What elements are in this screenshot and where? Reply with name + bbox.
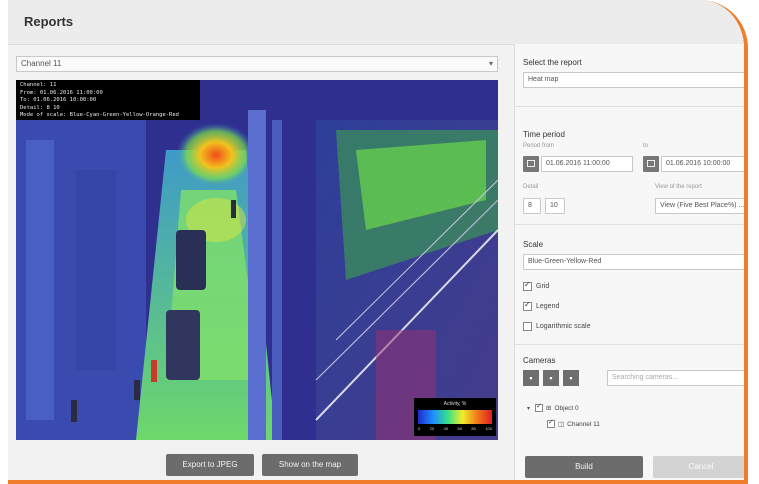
report-type-select[interactable]: Heat map [523, 72, 744, 88]
log-scale-checkbox[interactable]: Logarithmic scale [523, 322, 590, 331]
window-title: Reports [24, 14, 74, 29]
grid-checkbox[interactable]: Grid [523, 280, 550, 291]
cancel-button[interactable]: Cancel [653, 456, 744, 478]
legend-checkbox-label: Legend [536, 303, 560, 310]
chevron-down-icon: ▾ [488, 59, 493, 68]
legend-tick: 20 [429, 426, 435, 431]
period-from-input[interactable]: 01.06.2016 11:00:00 [541, 156, 633, 172]
detail-label: Detail [523, 184, 539, 190]
osd-line: Channel: 11 [20, 82, 57, 88]
divider [515, 344, 744, 345]
legend-checkbox[interactable]: Legend [523, 300, 560, 311]
tree-expand-icon[interactable]: ▾ [527, 405, 535, 412]
tree-item-label: Object 0 [554, 404, 579, 412]
checkbox-box[interactable] [523, 300, 532, 311]
left-action-bar: Export to JPEG Show on the map [16, 454, 498, 480]
detail-value-a[interactable]: 8 [523, 198, 541, 214]
object-icon: ⊞ [546, 405, 552, 412]
detail-value-b[interactable]: 10 [545, 198, 565, 214]
grid-checkbox-label: Grid [536, 283, 550, 290]
calendar-icon[interactable] [643, 156, 659, 172]
view-mode-select[interactable]: View (Five Best Place%) ... [655, 198, 744, 214]
clear-selection-button[interactable]: ▪ [563, 370, 579, 386]
heatmap-video-frame[interactable]: Channel: 11 From: 01.06.2016 11:00:00 To… [16, 80, 498, 440]
legend-color-bar [418, 410, 492, 424]
heatmap-legend: Activity, % 0 20 40 60 80 100 [414, 398, 496, 436]
heatmap-image [16, 80, 498, 440]
expand-all-button[interactable]: ▪ [523, 370, 539, 386]
checkbox-box[interactable] [523, 280, 532, 291]
osd-line: Detail: 8 10 [20, 104, 60, 111]
log-scale-checkbox-label: Logarithmic scale [536, 323, 591, 330]
divider [515, 106, 744, 107]
scale-select[interactable]: Blue-Green-Yellow-Red [523, 254, 744, 270]
osd-line: To: 01.06.2016 10:00:00 [20, 97, 97, 103]
tree-checkbox[interactable] [535, 402, 543, 412]
period-to-input[interactable]: 01.06.2016 10:00:00 [661, 156, 744, 172]
scale-label: Scale [523, 240, 544, 249]
video-pane: Channel 11 ▾ Channel: 11 From: 01.06.201… [16, 50, 506, 480]
period-from-label: Period from [523, 143, 555, 149]
tree-item-object[interactable]: ▾ ⊞ Object 0 [527, 402, 579, 412]
view-mode-label: View of the report [655, 184, 702, 190]
camera-search-input[interactable]: Searching cameras... [607, 370, 744, 386]
reports-window: Reports Channel 11 ▾ Channel: 11 From: 0… [8, 0, 748, 484]
legend-title: Activity, % [443, 401, 467, 407]
report-label: Select the report [523, 58, 582, 67]
legend-tick: 100 [485, 426, 492, 431]
channel-select[interactable]: Channel 11 ▾ [16, 56, 498, 72]
select-all-button[interactable]: ▪ [543, 370, 559, 386]
cameras-label: Cameras [523, 356, 556, 365]
tree-checkbox[interactable] [547, 418, 555, 428]
legend-tick: 0 [418, 426, 421, 431]
tree-item-channel[interactable]: ◫ Channel 11 [547, 418, 600, 428]
tree-item-label: Channel 11 [567, 420, 600, 428]
export-jpeg-button[interactable]: Export to JPEG [166, 454, 254, 476]
legend-tick: 80 [471, 426, 476, 431]
legend-ticks: 0 20 40 60 80 100 [418, 426, 492, 431]
legend-tick: 60 [457, 426, 462, 431]
divider [515, 224, 744, 225]
channel-select-value: Channel 11 [21, 59, 62, 68]
osd-line: From: 01.06.2016 11:00:00 [20, 89, 103, 96]
camera-icon: ◫ [558, 421, 565, 428]
checkbox-box[interactable] [523, 322, 532, 331]
legend-tick: 40 [443, 426, 449, 431]
show-on-map-button[interactable]: Show on the map [262, 454, 358, 476]
build-button[interactable]: Build [525, 456, 643, 478]
osd-line: Mode of scale: Blue-Cyan-Green-Yellow-Or… [20, 112, 179, 118]
title-bar: Reports [8, 0, 744, 45]
video-osd-overlay: Channel: 11 From: 01.06.2016 11:00:00 To… [16, 80, 200, 120]
time-period-label: Time period [523, 130, 565, 139]
calendar-icon[interactable] [523, 156, 539, 172]
report-settings-panel: Select the report Heat map Time period P… [514, 44, 744, 480]
period-to-label: to [643, 143, 649, 149]
